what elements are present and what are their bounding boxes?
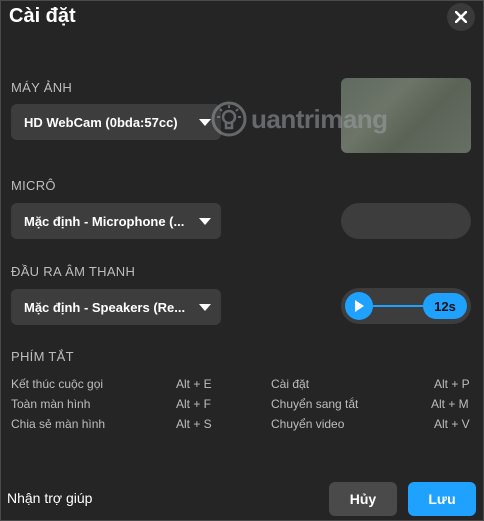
- cancel-button[interactable]: Hủy: [329, 482, 397, 516]
- close-icon: [455, 11, 467, 23]
- save-button[interactable]: Lưu: [408, 482, 476, 516]
- close-button[interactable]: [447, 3, 475, 31]
- shortcut-key: Alt + S: [176, 417, 212, 431]
- shortcut-action: Chuyển sang tắt: [271, 397, 359, 411]
- speaker-device: Mặc định - Speakers (Re...: [24, 299, 186, 315]
- chevron-down-icon: [199, 303, 211, 311]
- camera-preview: [341, 78, 471, 153]
- play-button[interactable]: [345, 292, 373, 320]
- mic-device: Mặc định - Microphone (...: [24, 213, 185, 229]
- settings-dialog: Cài đặt MÁY ẢNH HD WebCam (0bda:57cc) ua…: [0, 0, 484, 521]
- playback-time: 12s: [423, 293, 467, 319]
- mic-level-meter: [341, 203, 471, 239]
- shortcut-action: Toàn màn hình: [11, 397, 91, 411]
- shortcut-action: Kết thúc cuộc gọi: [11, 377, 104, 391]
- chevron-down-icon: [199, 217, 211, 225]
- speaker-test-player: 12s: [341, 288, 471, 324]
- shortcut-key: Alt + V: [434, 417, 470, 431]
- shortcut-action: Chuyển video: [271, 417, 345, 431]
- shortcut-key: Alt + E: [176, 377, 212, 391]
- camera-select[interactable]: HD WebCam (0bda:57cc): [11, 104, 221, 140]
- speaker-section-label: ĐẦU RA ÂM THANH: [11, 264, 136, 279]
- shortcut-action: Cài đặt: [271, 377, 310, 391]
- shortcuts-section-label: PHÍM TẮT: [11, 349, 74, 364]
- mic-section-label: MICRÔ: [11, 178, 56, 193]
- play-icon: [355, 300, 364, 312]
- camera-section-label: MÁY ẢNH: [11, 80, 73, 95]
- shortcut-key: Alt + M: [431, 397, 469, 411]
- mic-select[interactable]: Mặc định - Microphone (...: [11, 203, 221, 239]
- help-link[interactable]: Nhận trợ giúp: [7, 490, 92, 506]
- shortcut-key: Alt + F: [176, 397, 212, 411]
- shortcut-action: Chia sẻ màn hình: [11, 417, 106, 431]
- camera-device: HD WebCam (0bda:57cc): [24, 114, 178, 130]
- shortcut-key: Alt + P: [434, 377, 470, 391]
- playback-progress-line: [373, 305, 425, 307]
- chevron-down-icon: [199, 118, 211, 126]
- speaker-select[interactable]: Mặc định - Speakers (Re...: [11, 289, 221, 325]
- dialog-title: Cài đặt: [9, 5, 76, 27]
